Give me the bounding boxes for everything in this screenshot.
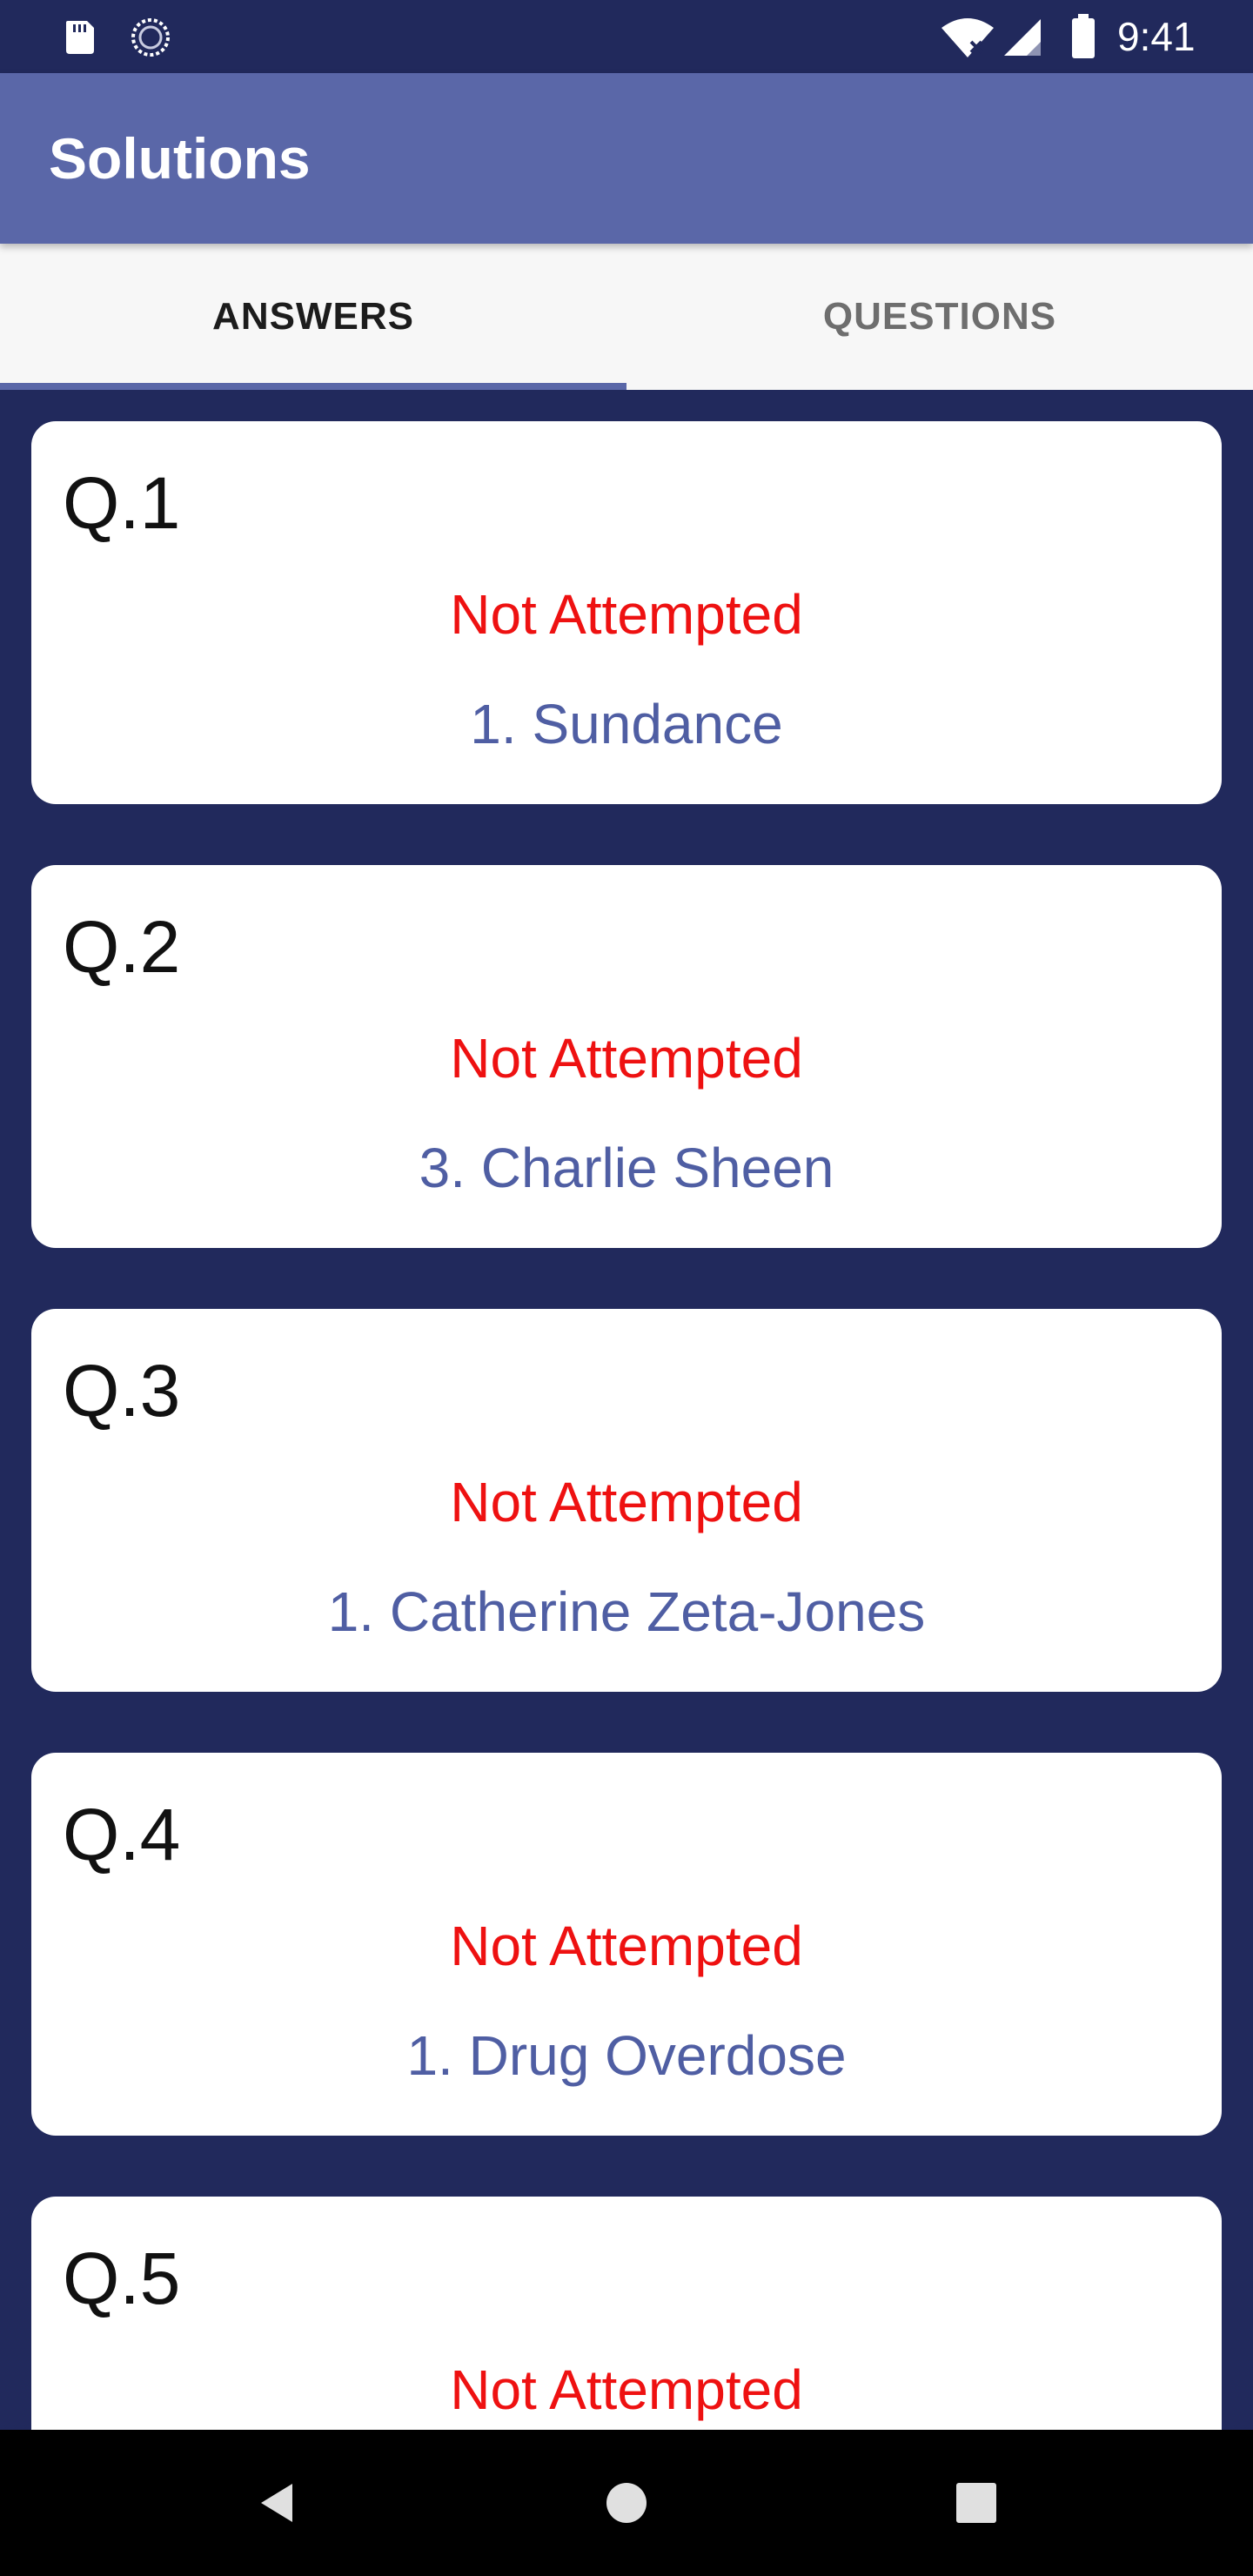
battery-icon — [1072, 14, 1095, 58]
attempt-status: Not Attempted — [450, 583, 803, 646]
answer-card[interactable]: Q.3 Not Attempted 1. Catherine Zeta-Jone… — [31, 1309, 1222, 1692]
correct-answer: 3. Charlie Sheen — [419, 1137, 834, 1199]
answer-card[interactable]: Q.1 Not Attempted 1. Sundance — [31, 421, 1222, 804]
sd-card-icon — [66, 21, 94, 54]
page-title: Solutions — [49, 126, 311, 191]
question-number: Q.5 — [63, 2237, 181, 2319]
home-icon[interactable] — [602, 2479, 651, 2527]
tab-questions[interactable]: QUESTIONS — [626, 244, 1253, 390]
attempt-status: Not Attempted — [450, 2358, 803, 2421]
correct-answer: 1. Catherine Zeta-Jones — [327, 1580, 926, 1643]
app-bar: Solutions — [0, 73, 1253, 244]
attempt-status: Not Attempted — [450, 1471, 803, 1533]
answer-card[interactable]: Q.2 Not Attempted 3. Charlie Sheen — [31, 865, 1222, 1248]
answer-card[interactable]: Q.4 Not Attempted 1. Drug Overdose — [31, 1753, 1222, 2136]
recents-icon[interactable] — [952, 2479, 1001, 2527]
status-bar: 9:41 — [0, 0, 1253, 73]
back-icon[interactable] — [254, 2479, 303, 2527]
answer-card[interactable]: Q.5 Not Attempted — [31, 2197, 1222, 2430]
navigation-bar — [0, 2430, 1253, 2576]
wifi-icon — [941, 18, 994, 57]
tab-answers[interactable]: ANSWERS — [0, 244, 626, 390]
tab-indicator — [0, 383, 626, 390]
attempt-status: Not Attempted — [450, 1027, 803, 1090]
correct-answer: 1. Sundance — [470, 693, 783, 755]
question-number: Q.2 — [63, 906, 181, 988]
tab-bar: ANSWERS QUESTIONS — [0, 244, 1253, 390]
question-number: Q.1 — [63, 462, 181, 544]
question-number: Q.4 — [63, 1794, 181, 1875]
status-time: 9:41 — [1117, 14, 1196, 59]
screen: 9:41 Solutions ANSWERS QUESTIONS Q.1 Not… — [0, 0, 1253, 2576]
answers-list[interactable]: Q.1 Not Attempted 1. Sundance Q.2 Not At… — [0, 390, 1253, 2430]
attempt-status: Not Attempted — [450, 1915, 803, 1977]
signal-icon — [1004, 19, 1041, 56]
sync-icon — [131, 18, 170, 57]
correct-answer: 1. Drug Overdose — [406, 2024, 847, 2087]
question-number: Q.3 — [63, 1350, 181, 1432]
